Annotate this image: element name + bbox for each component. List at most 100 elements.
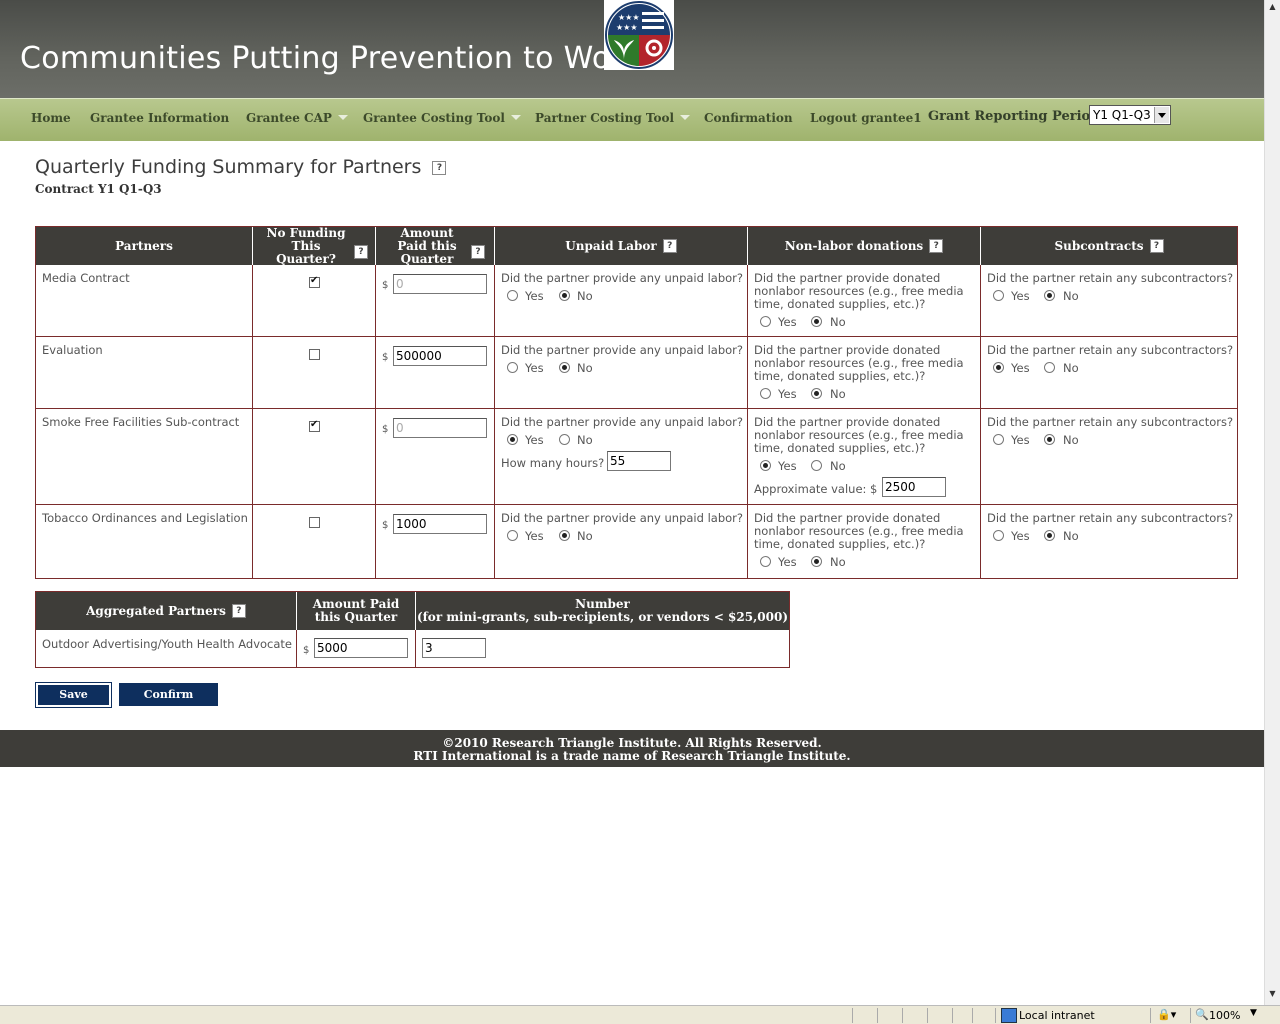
aggregated-partner-name: Outdoor Advertising/Youth Health Advocat…: [42, 637, 292, 651]
page-title: Quarterly Funding Summary for Partners ?: [35, 156, 447, 178]
zoom-level[interactable]: 100%: [1209, 1009, 1240, 1022]
amount-paid-input[interactable]: 500000: [393, 346, 487, 366]
amount-paid-input[interactable]: 0: [393, 274, 487, 294]
subcontract-no-radio[interactable]: [1044, 434, 1055, 445]
site-header: Communities Putting Prevention to Work ★…: [0, 0, 1264, 98]
subcontract-yes-radio[interactable]: [993, 362, 1004, 373]
col-header-subcontracts: Subcontracts?: [981, 227, 1237, 265]
help-icon[interactable]: ?: [662, 239, 677, 253]
help-icon[interactable]: ?: [471, 245, 485, 259]
table-row: Evaluation: [36, 337, 253, 409]
nav-grantee-information[interactable]: Grantee Information: [90, 111, 229, 125]
main-nav: Home Grantee Information Grantee CAP Gra…: [0, 98, 1264, 141]
no-funding-checkbox[interactable]: [309, 349, 320, 360]
aggregated-partners-table: Aggregated Partners? Amount Paid this Qu…: [35, 591, 790, 668]
partner-name: Evaluation: [42, 343, 103, 357]
partners-table: Partners No Funding This Quarter?? Amoun…: [35, 226, 1238, 579]
nonlabor-yes-radio[interactable]: [760, 388, 771, 399]
svg-text:★★★: ★★★: [616, 23, 638, 32]
col-header-aggregated-amount: Amount Paid this Quarter: [297, 592, 415, 630]
browser-status-bar: Local intranet 🔒▾ 🔍 100% ▼: [0, 1005, 1280, 1024]
unpaid-no-radio[interactable]: [559, 362, 570, 373]
subcontract-yes-radio[interactable]: [993, 290, 1004, 301]
table-row: Tobacco Ordinances and Legislation: [36, 505, 253, 578]
nav-home[interactable]: Home: [31, 111, 71, 125]
period-select-value: Y1 Q1-Q3: [1093, 108, 1151, 122]
help-icon[interactable]: ?: [354, 245, 368, 259]
help-icon[interactable]: ?: [432, 160, 447, 175]
site-title: Communities Putting Prevention to Work: [20, 41, 641, 76]
nonlabor-no-radio[interactable]: [811, 556, 822, 567]
unpaid-no-radio[interactable]: [559, 434, 570, 445]
table-row: Media Contract: [36, 265, 253, 337]
nav-logout[interactable]: Logout grantee1: [810, 111, 922, 125]
approx-value-input[interactable]: 2500: [882, 477, 946, 497]
col-header-nonlabor: Non-labor donations?: [748, 227, 980, 265]
col-header-number: Number (for mini-grants, sub-recipients, …: [416, 592, 789, 630]
protected-mode-icon[interactable]: 🔒▾: [1157, 1008, 1176, 1021]
nonlabor-yes-radio[interactable]: [760, 556, 771, 567]
table-row: Outdoor Advertising/Youth Health Advocat…: [36, 630, 297, 667]
nav-partner-costing-tool[interactable]: Partner Costing Tool: [535, 111, 691, 125]
zoom-icon: 🔍: [1195, 1008, 1209, 1021]
col-header-amount-paid: Amount Paid this Quarter?: [376, 226, 494, 265]
recovery-seal-logo: ★★★ ★★★: [604, 0, 674, 70]
nav-grantee-costing-tool[interactable]: Grantee Costing Tool: [363, 111, 521, 125]
no-funding-checkbox[interactable]: [309, 517, 320, 528]
aggregated-number-input[interactable]: 3: [422, 638, 486, 658]
hours-input[interactable]: 55: [607, 451, 671, 471]
unpaid-no-radio[interactable]: [559, 290, 570, 301]
aggregated-amount-input[interactable]: 5000: [314, 638, 408, 658]
unpaid-yes-radio[interactable]: [507, 530, 518, 541]
subcontract-no-radio[interactable]: [1044, 362, 1055, 373]
dropdown-caret-icon: [680, 115, 691, 120]
svg-text:★★★: ★★★: [618, 13, 640, 22]
browser-viewport: Communities Putting Prevention to Work ★…: [0, 0, 1264, 1005]
help-icon[interactable]: ?: [231, 604, 246, 618]
partner-name: Media Contract: [42, 271, 130, 285]
col-header-partners: Partners: [36, 227, 252, 265]
dropdown-caret-icon: [510, 115, 521, 120]
nonlabor-yes-radio[interactable]: [760, 460, 771, 471]
nav-grantee-cap[interactable]: Grantee CAP: [246, 111, 348, 125]
unpaid-yes-radio[interactable]: [507, 434, 518, 445]
period-label: Grant Reporting Period:: [928, 109, 1105, 124]
period-select[interactable]: Y1 Q1-Q3: [1089, 105, 1171, 125]
subcontract-yes-radio[interactable]: [993, 434, 1004, 445]
amount-paid-input[interactable]: 0: [393, 418, 487, 438]
no-funding-checkbox[interactable]: [309, 275, 320, 288]
dropdown-arrow-icon[interactable]: [1154, 107, 1169, 123]
nonlabor-no-radio[interactable]: [811, 460, 822, 471]
subcontract-yes-radio[interactable]: [993, 530, 1004, 541]
dropdown-caret-icon: [337, 115, 348, 120]
col-header-unpaid-labor: Unpaid Labor?: [495, 227, 747, 265]
nav-confirmation[interactable]: Confirmation: [704, 111, 793, 125]
partner-name: Tobacco Ordinances and Legislation: [42, 511, 248, 525]
nonlabor-no-radio[interactable]: [811, 388, 822, 399]
table-row: Smoke Free Facilities Sub-contract: [36, 409, 253, 505]
nonlabor-yes-radio[interactable]: [760, 316, 771, 327]
zoom-dropdown-icon[interactable]: ▼: [1250, 1008, 1257, 1018]
col-header-aggregated-partners: Aggregated Partners?: [36, 592, 296, 630]
page-subtitle: Contract Y1 Q1-Q3: [35, 182, 162, 196]
amount-paid-input[interactable]: 1000: [393, 514, 487, 534]
subcontract-no-radio[interactable]: [1044, 290, 1055, 301]
site-footer: ©2010 Research Triangle Institute. All R…: [0, 730, 1264, 767]
confirm-button[interactable]: Confirm: [119, 683, 218, 706]
help-icon[interactable]: ?: [1149, 239, 1164, 253]
col-header-no-funding: No Funding This Quarter??: [253, 226, 375, 265]
vertical-scrollbar[interactable]: ▲ ▼: [1264, 0, 1280, 1005]
no-funding-checkbox[interactable]: [309, 419, 320, 432]
trade-name-text: RTI International is a trade name of Res…: [413, 749, 851, 763]
save-button[interactable]: Save: [35, 682, 112, 708]
unpaid-yes-radio[interactable]: [507, 290, 518, 301]
scroll-down-icon[interactable]: ▼: [1267, 989, 1278, 1003]
help-icon[interactable]: ?: [929, 239, 944, 253]
nonlabor-no-radio[interactable]: [811, 316, 822, 327]
scroll-up-icon[interactable]: ▲: [1267, 2, 1278, 16]
security-zone-label: Local intranet: [1019, 1009, 1095, 1022]
intranet-zone-icon: [1001, 1008, 1017, 1023]
unpaid-yes-radio[interactable]: [507, 362, 518, 373]
subcontract-no-radio[interactable]: [1044, 530, 1055, 541]
unpaid-no-radio[interactable]: [559, 530, 570, 541]
